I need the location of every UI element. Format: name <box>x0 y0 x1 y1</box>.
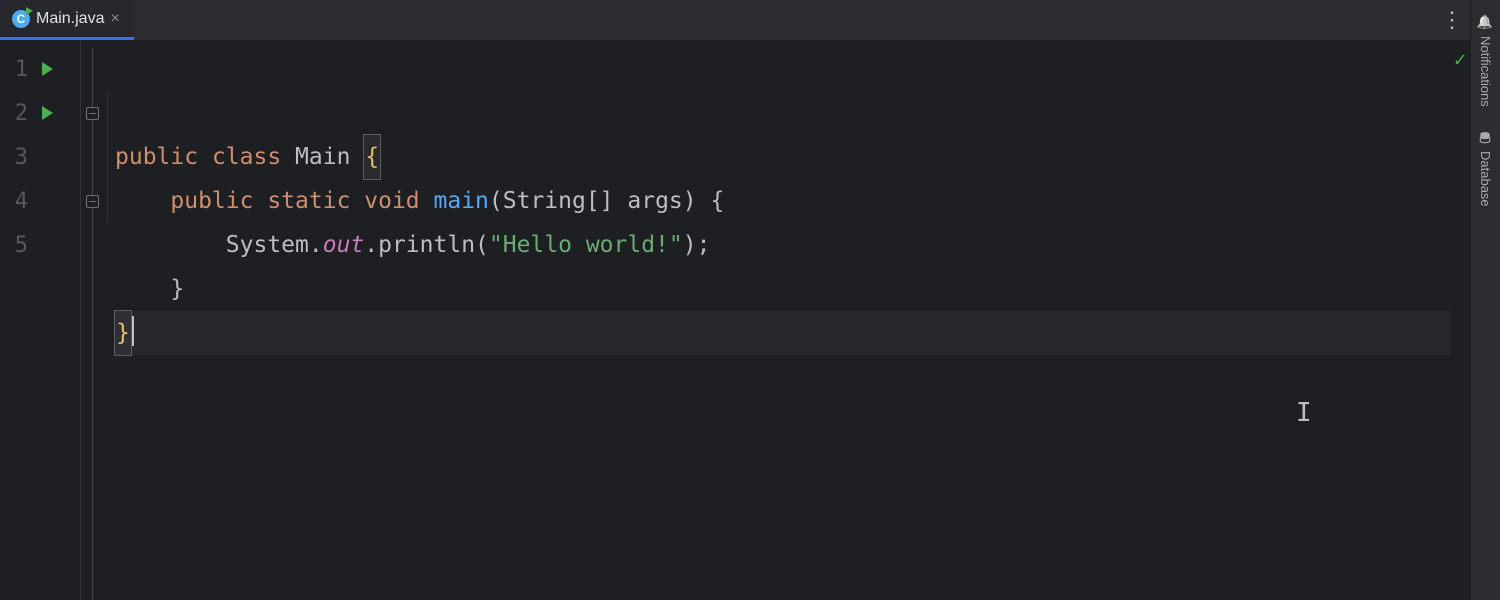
token: System. <box>226 223 323 267</box>
token: main <box>434 179 489 223</box>
token <box>115 179 170 223</box>
bell-icon <box>1477 14 1495 30</box>
line-number: 2 <box>12 101 28 126</box>
token: class <box>212 135 295 179</box>
token: void <box>364 179 433 223</box>
token: .println( <box>364 223 489 267</box>
editor-body: 1 2 3 4 5 public class Main { public static … <box>0 41 1470 600</box>
token: ); <box>683 223 711 267</box>
indent-cell <box>103 47 111 91</box>
tool-label: Database <box>1478 151 1493 207</box>
run-icon[interactable] <box>42 106 53 120</box>
code-line[interactable]: public static void main(String[] args) { <box>115 179 1450 223</box>
indent-cell <box>103 179 111 223</box>
fold-handle-icon[interactable] <box>86 195 99 208</box>
token <box>115 267 170 311</box>
tool-label: Notifications <box>1478 36 1493 107</box>
code-line[interactable]: public class Main { <box>115 135 1450 179</box>
indent-cell <box>103 135 111 179</box>
file-tab-main[interactable]: C Main.java × <box>0 0 134 40</box>
token: static <box>267 179 364 223</box>
text-cursor-icon: I <box>1296 391 1312 435</box>
right-tool-sidebar: Notifications Database <box>1470 0 1500 600</box>
kebab-icon <box>1441 8 1463 33</box>
token <box>132 316 134 346</box>
gutter-row[interactable]: 1 <box>0 47 80 91</box>
code-line[interactable]: } <box>115 267 1450 311</box>
token <box>115 223 226 267</box>
indent-guides <box>103 41 111 600</box>
line-number: 3 <box>12 145 28 170</box>
code-line[interactable]: } <box>115 311 1450 355</box>
token: { <box>363 134 381 180</box>
java-run-icon: C <box>12 10 30 28</box>
gutter-row[interactable]: 2 <box>0 91 80 135</box>
tabs-overflow-menu[interactable] <box>1434 0 1470 40</box>
line-number: 4 <box>12 189 28 214</box>
indent-cell <box>103 223 111 267</box>
run-icon[interactable] <box>42 62 53 76</box>
code-area[interactable]: public class Main { public static void m… <box>111 41 1450 600</box>
gutter-row[interactable]: 3 <box>0 135 80 179</box>
token: } <box>170 267 184 311</box>
file-tab-label: Main.java <box>36 10 104 28</box>
token: out <box>323 223 365 267</box>
gutter: 1 2 3 4 5 <box>0 41 80 600</box>
gutter-row[interactable]: 5 <box>0 223 80 267</box>
token: (String[] args) { <box>489 179 724 223</box>
fold-column <box>81 41 103 600</box>
tool-database[interactable]: Database <box>1478 127 1493 211</box>
token: Main <box>295 135 364 179</box>
line-number: 1 <box>12 57 28 82</box>
fold-handle-icon[interactable] <box>86 107 99 120</box>
code-line[interactable]: System.out.println("Hello world!"); <box>115 223 1450 267</box>
token: } <box>114 310 132 356</box>
checkmark-icon: ✓ <box>1454 47 1466 600</box>
inspection-strip[interactable]: ✓ <box>1450 41 1470 600</box>
db-icon <box>1478 131 1493 145</box>
token: public <box>170 179 267 223</box>
indent-cell <box>103 91 111 135</box>
tool-notifications[interactable]: Notifications <box>1477 10 1495 111</box>
line-number: 5 <box>12 233 28 258</box>
gutter-row[interactable]: 4 <box>0 179 80 223</box>
token: "Hello world!" <box>489 223 683 267</box>
tabs-bar: C Main.java × <box>0 0 1470 41</box>
token: public <box>115 135 212 179</box>
close-icon[interactable]: × <box>110 11 119 27</box>
